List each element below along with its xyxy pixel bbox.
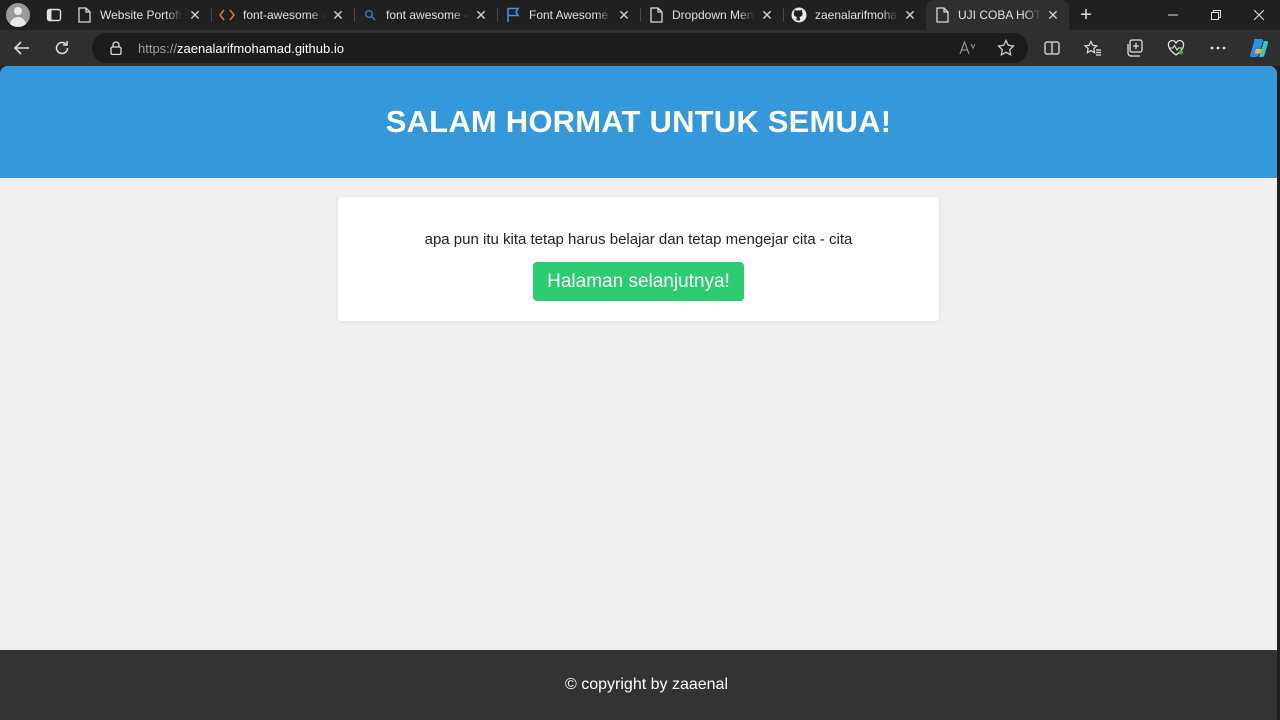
- close-tab-icon[interactable]: ✕: [1045, 7, 1061, 23]
- tab-font-awesome-search[interactable]: font awesome - Search ✕: [354, 0, 497, 30]
- url-host: zaenalarifmohamad.github.io: [177, 40, 344, 56]
- next-page-button[interactable]: Halaman selanjutnya!: [533, 262, 744, 301]
- content-card: apa pun itu kita tetap harus belajar dan…: [338, 197, 939, 321]
- copilot-icon[interactable]: [1239, 32, 1280, 64]
- tab-github-profile[interactable]: zaenalarifmohamad ✕: [783, 0, 926, 30]
- close-tab-icon[interactable]: ✕: [330, 7, 346, 23]
- flag-icon: [505, 7, 521, 23]
- tab-dropdown-menu[interactable]: Dropdown Menu ✕: [640, 0, 783, 30]
- close-tab-icon[interactable]: ✕: [616, 7, 632, 23]
- tab-label: Website Portofolio: [100, 8, 183, 22]
- tab-label: UJI COBA HOTING: [958, 8, 1041, 22]
- more-options-icon[interactable]: [1197, 32, 1239, 64]
- browser-essentials-icon[interactable]: [1156, 32, 1198, 64]
- collections-icon[interactable]: [1114, 32, 1156, 64]
- restore-icon[interactable]: [1194, 0, 1237, 30]
- back-arrow-icon[interactable]: [4, 32, 40, 64]
- profile-avatar-icon[interactable]: [6, 3, 30, 27]
- page-icon: [648, 7, 664, 23]
- url-text[interactable]: https://zaenalarifmohamad.github.io: [138, 41, 344, 56]
- search-icon: [362, 7, 378, 23]
- close-tab-icon[interactable]: ✕: [759, 7, 775, 23]
- new-tab-button[interactable]: +: [1071, 0, 1101, 30]
- browser-toolbar: https://zaenalarifmohamad.github.io: [0, 30, 1280, 66]
- favorite-star-icon[interactable]: [996, 39, 1016, 57]
- tab-label: font-awesome - CDN: [243, 8, 326, 22]
- refresh-icon[interactable]: [44, 32, 80, 64]
- address-bar[interactable]: https://zaenalarifmohamad.github.io: [92, 33, 1028, 63]
- split-screen-icon[interactable]: [1031, 32, 1073, 64]
- site-footer: © copyright by zaaenal: [0, 650, 1277, 720]
- close-tab-icon[interactable]: ✕: [902, 7, 918, 23]
- tab-actions-icon[interactable]: [40, 3, 68, 27]
- tab-label: font awesome - Search: [386, 8, 469, 22]
- lock-icon[interactable]: [108, 40, 124, 56]
- close-window-icon[interactable]: [1237, 0, 1280, 30]
- tab-label: zaenalarifmohamad: [815, 8, 898, 22]
- github-icon: [791, 7, 807, 23]
- site-header: SALAM HORMAT UNTUK SEMUA!: [0, 66, 1277, 178]
- page-icon: [934, 7, 950, 23]
- tab-font-awesome-cdn[interactable]: font-awesome - CDN ✕: [211, 0, 354, 30]
- tab-font-awesome[interactable]: Font Awesome ✕: [497, 0, 640, 30]
- message-text: apa pun itu kita tetap harus belajar dan…: [424, 231, 853, 248]
- close-tab-icon[interactable]: ✕: [473, 7, 489, 23]
- read-aloud-icon[interactable]: [958, 39, 978, 57]
- tab-label: Dropdown Menu: [672, 8, 755, 22]
- tab-website-portofolio[interactable]: Website Portofolio ✕: [68, 0, 211, 30]
- window-controls: [1151, 0, 1280, 30]
- favorites-icon[interactable]: [1073, 32, 1115, 64]
- page-icon: [76, 7, 92, 23]
- code-icon: [219, 7, 235, 23]
- tab-uji-coba-hoting[interactable]: UJI COBA HOTING ✕: [926, 0, 1069, 30]
- page-viewport: SALAM HORMAT UNTUK SEMUA! apa pun itu ki…: [0, 66, 1277, 720]
- tab-strip: Website Portofolio ✕ font-awesome - CDN …: [0, 0, 1280, 30]
- toolbar-actions: [1031, 32, 1280, 64]
- page-title: SALAM HORMAT UNTUK SEMUA!: [385, 104, 892, 139]
- minimize-icon[interactable]: [1151, 0, 1194, 30]
- tab-label: Font Awesome: [529, 8, 609, 22]
- url-scheme: https://: [138, 40, 178, 56]
- close-tab-icon[interactable]: ✕: [187, 7, 203, 23]
- copyright-text: © copyright by zaaenal: [565, 676, 728, 693]
